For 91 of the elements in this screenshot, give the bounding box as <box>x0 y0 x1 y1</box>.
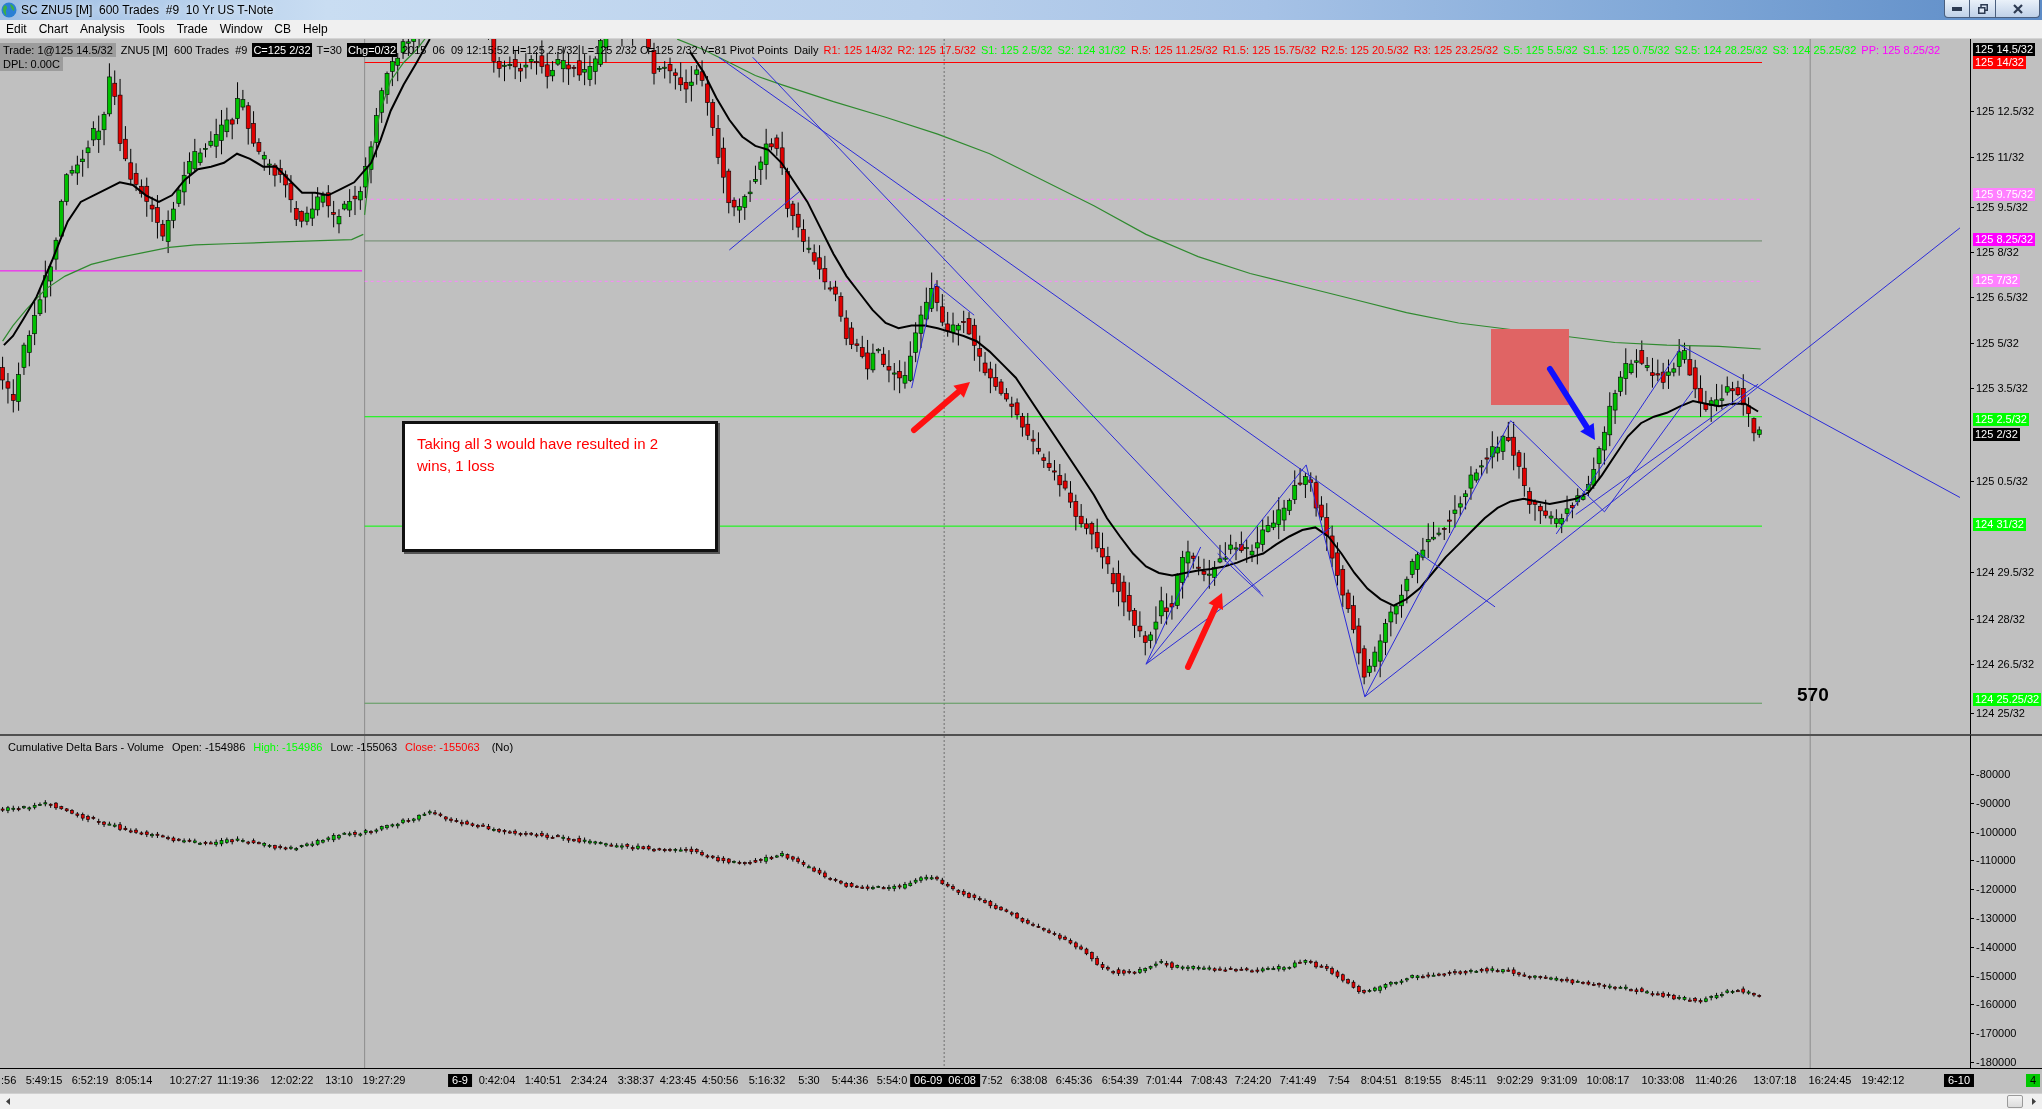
globe-icon <box>1 2 17 18</box>
minimize-icon <box>1952 6 1962 11</box>
menu-item[interactable]: Trade <box>170 20 214 38</box>
time-label: 13:07:18 <box>1752 1074 1798 1087</box>
axis-label: -180000 <box>1971 1056 2017 1068</box>
time-label: 7:52 <box>980 1074 1004 1087</box>
time-label: 5:30 <box>797 1074 821 1087</box>
time-label: 3:38:37 <box>616 1074 656 1087</box>
price-marker: 124 31/32 <box>1973 518 2026 531</box>
time-label: 6-10 <box>1944 1074 1974 1087</box>
axis-label: 125 6.5/32 <box>1971 291 2028 304</box>
time-label: 6:52:19 <box>70 1074 110 1087</box>
time-label: 6:45:36 <box>1054 1074 1094 1087</box>
time-label: 5:16:32 <box>747 1074 787 1087</box>
time-label: 6:38:08 <box>1009 1074 1049 1087</box>
time-label: 10:27:27 <box>168 1074 214 1087</box>
menu-item[interactable]: Tools <box>130 20 171 38</box>
menu-item[interactable]: Window <box>213 20 269 38</box>
menu-item[interactable]: Help <box>297 20 334 38</box>
time-label: 19:27:29 <box>361 1074 407 1087</box>
time-label: 10:08:17 <box>1585 1074 1631 1087</box>
axis-label: -90000 <box>1971 796 2011 810</box>
time-label: :56 <box>0 1074 18 1087</box>
time-label: 7:08:43 <box>1189 1074 1229 1087</box>
time-label: 13:10 <box>324 1074 354 1087</box>
window-title: SC ZNU5 [M] 600 Trades #9 10 Yr US T-Note <box>21 3 274 17</box>
scrollbar-thumb[interactable] <box>2007 1095 2023 1108</box>
axis-label: -80000 <box>1971 768 2011 781</box>
price-marker: 125 14/32 <box>1973 56 2026 69</box>
time-label: 5:54:0 <box>875 1074 909 1087</box>
axis-label: 125 12.5/32 <box>1971 105 2035 118</box>
counter-badge: 4 <box>2025 1074 2040 1087</box>
axis-label: 124 29.5/32 <box>1971 566 2035 579</box>
price-marker: 125 8.25/32 <box>1973 233 2036 246</box>
restore-button[interactable] <box>1970 0 1996 18</box>
time-label: 10:33:08 <box>1640 1074 1686 1087</box>
time-label: 8:19:55 <box>1403 1074 1443 1087</box>
axis-label: 125 0.5/32 <box>1971 475 2028 488</box>
menu-item[interactable]: Chart <box>32 20 75 38</box>
time-label: 12:02:22 <box>269 1074 315 1087</box>
price-marker: 124 25.25/32 <box>1973 693 2042 706</box>
time-label: 4:50:56 <box>700 1074 740 1087</box>
time-label: 1:40:51 <box>523 1074 563 1087</box>
time-label: 7:01:44 <box>1144 1074 1184 1087</box>
axis-label: 124 25/32 <box>1971 707 2025 720</box>
time-label: 9:31:09 <box>1539 1074 1579 1087</box>
price-marker: 125 7/32 <box>1973 274 2020 287</box>
axis-label: 125 8/32 <box>1971 246 2019 259</box>
close-button[interactable] <box>1996 0 2040 18</box>
time-label: 11:19:36 <box>216 1074 260 1087</box>
axis-label: 125 9.5/32 <box>1971 201 2028 214</box>
price-marker: 125 2.5/32 <box>1973 413 2029 426</box>
time-label: 16:24:45 <box>1807 1074 1853 1087</box>
caret-right-icon <box>2032 1098 2036 1105</box>
axis-label: 124 28/32 <box>1971 613 2025 626</box>
time-label: 6:54:39 <box>1100 1074 1140 1087</box>
time-label: 8:05:14 <box>114 1074 154 1087</box>
time-label: 7:24:20 <box>1233 1074 1273 1087</box>
axis-label: 125 5/32 <box>1971 337 2019 350</box>
time-label: 9:02:29 <box>1495 1074 1535 1087</box>
axis-label: -140000 <box>1971 940 2017 954</box>
time-label: 7:41:49 <box>1278 1074 1318 1087</box>
axis-label: -150000 <box>1971 969 2017 983</box>
price-marker: 125 2/32 <box>1973 428 2020 441</box>
restore-icon <box>1977 3 1988 14</box>
time-label: 19:42:12 <box>1860 1074 1906 1087</box>
time-label: 8:45:11 <box>1450 1074 1488 1087</box>
close-icon <box>2012 3 2023 14</box>
time-label: 7:54 <box>1327 1074 1351 1087</box>
axis-label: 124 26.5/32 <box>1971 658 2035 671</box>
time-label: 2:34:24 <box>569 1074 609 1087</box>
price-marker: 125 14.5/32 <box>1973 43 2036 56</box>
horizontal-scrollbar[interactable] <box>0 1093 2042 1109</box>
axis-label: 125 11/32 <box>1971 151 2025 164</box>
menu-item[interactable]: CB <box>268 20 297 38</box>
price-marker: 125 9.75/32 <box>1973 188 2036 201</box>
caret-left-icon <box>6 1098 10 1105</box>
time-label: 8:04:51 <box>1359 1074 1399 1087</box>
axis-label: -130000 <box>1971 912 2017 925</box>
time-label: 6-9 <box>448 1074 472 1087</box>
time-label: 06-09 06:08 <box>910 1074 980 1087</box>
menu-item[interactable]: Edit <box>0 20 33 38</box>
minimize-button[interactable] <box>1944 0 1970 18</box>
axis-label: 125 3.5/32 <box>1971 382 2028 395</box>
axis-label: -100000 <box>1971 825 2017 839</box>
menu-item[interactable]: Analysis <box>74 20 131 38</box>
time-label: 11:40:26 <box>1694 1074 1738 1087</box>
time-label: 5:44:36 <box>830 1074 870 1087</box>
time-label: 0:42:04 <box>477 1074 517 1087</box>
time-label: 4:23:45 <box>658 1074 698 1087</box>
time-label: 5:49:15 <box>24 1074 64 1087</box>
